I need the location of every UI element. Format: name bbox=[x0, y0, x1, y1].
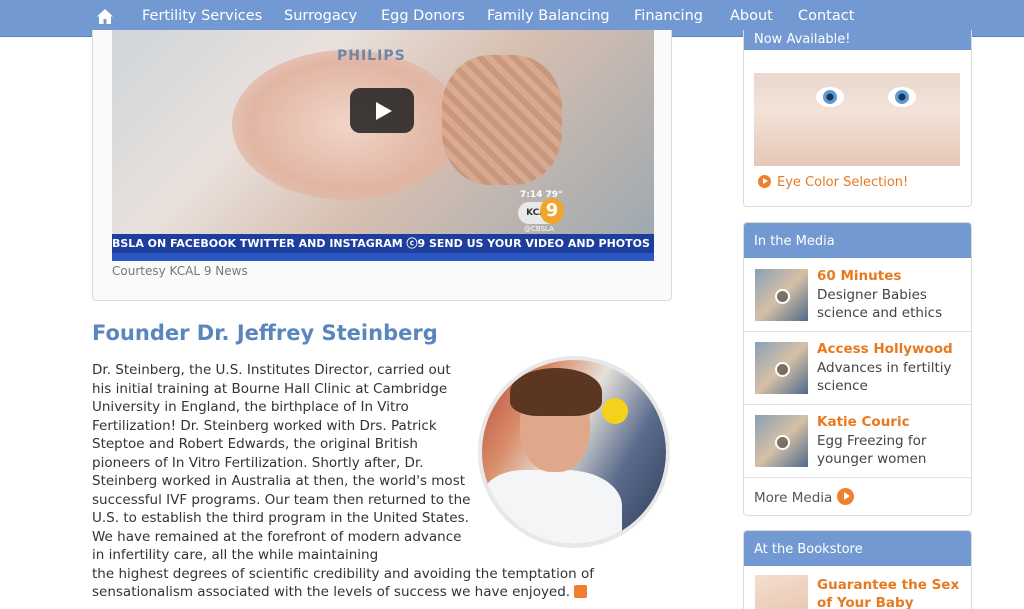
media-thumbnail[interactable] bbox=[755, 342, 808, 394]
media-thumbnail[interactable] bbox=[755, 415, 808, 467]
video-player[interactable]: PHILIPS 7:14 79° KCAL 9 @CBSLA BSLA ON F… bbox=[112, 30, 654, 261]
media-item-title[interactable]: Katie Couric bbox=[817, 414, 910, 430]
station-number: 9 bbox=[540, 198, 564, 224]
bookstore-widget: At the Bookstore Guarantee the Sex of Yo… bbox=[743, 530, 972, 609]
video-frame-image bbox=[232, 50, 462, 200]
arrow-circle-icon bbox=[758, 175, 771, 188]
media-thumbnail[interactable] bbox=[755, 269, 808, 321]
more-media-link[interactable]: More Media bbox=[754, 488, 855, 506]
video-card: PHILIPS 7:14 79° KCAL 9 @CBSLA BSLA ON F… bbox=[92, 30, 672, 301]
arrow-circle-icon bbox=[837, 488, 855, 505]
rss-icon[interactable] bbox=[574, 585, 588, 598]
eye-color-link-label: Eye Color Selection! bbox=[777, 175, 909, 190]
media-item[interactable]: Katie Couric Egg Freezing for younger wo… bbox=[744, 405, 971, 478]
in-the-media-heading: In the Media bbox=[744, 223, 971, 258]
founder-title: Founder Dr. Jeffrey Steinberg bbox=[92, 321, 438, 345]
now-available-widget: Now Available! Eye Color Selection! bbox=[743, 30, 972, 207]
play-icon bbox=[775, 289, 790, 304]
more-media-label: More Media bbox=[754, 490, 833, 506]
nav-financing[interactable]: Financing bbox=[634, 8, 703, 24]
home-icon[interactable] bbox=[96, 8, 114, 26]
bookstore-heading: At the Bookstore bbox=[744, 531, 971, 566]
social-handle: @CBSLA bbox=[524, 225, 554, 233]
nav-egg-donors[interactable]: Egg Donors bbox=[381, 8, 465, 24]
nav-contact[interactable]: Contact bbox=[798, 8, 854, 24]
news-ticker: BSLA ON FACEBOOK TWITTER AND INSTAGRAM ⓒ… bbox=[112, 234, 654, 253]
video-frame-detail bbox=[442, 55, 562, 185]
media-item-desc: Designer Babies science and ethics bbox=[817, 287, 943, 321]
media-item-desc: Advances in fertiltiy science bbox=[817, 360, 952, 394]
media-item-desc: Egg Freezing for younger women bbox=[817, 433, 927, 467]
right-eye-icon bbox=[888, 87, 916, 107]
now-available-heading: Now Available! bbox=[744, 30, 971, 50]
nav-surrogacy[interactable]: Surrogacy bbox=[284, 8, 357, 24]
media-item-title[interactable]: 60 Minutes bbox=[817, 268, 901, 284]
play-icon bbox=[775, 435, 790, 450]
media-item[interactable]: Access Hollywood Advances in fertiltiy s… bbox=[744, 332, 971, 405]
play-icon bbox=[775, 362, 790, 377]
bio-paragraph-full: the highest degrees of scientific credib… bbox=[92, 565, 607, 602]
book-cover-image[interactable] bbox=[755, 575, 808, 609]
media-item[interactable]: 60 Minutes Designer Babies science and e… bbox=[744, 259, 971, 332]
bio-paragraph-wrapped: Dr. Steinberg, the U.S. Institutes Direc… bbox=[92, 362, 471, 563]
left-eye-icon bbox=[816, 87, 844, 107]
book-title-link[interactable]: Guarantee the Sex of Your Baby bbox=[817, 576, 962, 609]
in-the-media-widget: In the Media 60 Minutes Designer Babies … bbox=[743, 222, 972, 516]
founder-bio: Dr. Steinberg, the U.S. Institutes Direc… bbox=[92, 361, 607, 602]
nav-family-balancing[interactable]: Family Balancing bbox=[487, 8, 610, 24]
video-brand-text: PHILIPS bbox=[337, 48, 406, 64]
ticker-bar bbox=[112, 253, 654, 261]
nav-fertility-services[interactable]: Fertility Services bbox=[142, 8, 262, 24]
baby-eyes-image[interactable] bbox=[754, 73, 960, 166]
media-item-title[interactable]: Access Hollywood bbox=[817, 341, 953, 357]
video-caption: Courtesy KCAL 9 News bbox=[112, 264, 248, 278]
nav-about[interactable]: About bbox=[730, 8, 773, 24]
bio-paragraph-end: the highest degrees of scientific credib… bbox=[92, 565, 594, 601]
eye-color-link[interactable]: Eye Color Selection! bbox=[758, 175, 908, 190]
play-icon[interactable] bbox=[350, 88, 414, 133]
